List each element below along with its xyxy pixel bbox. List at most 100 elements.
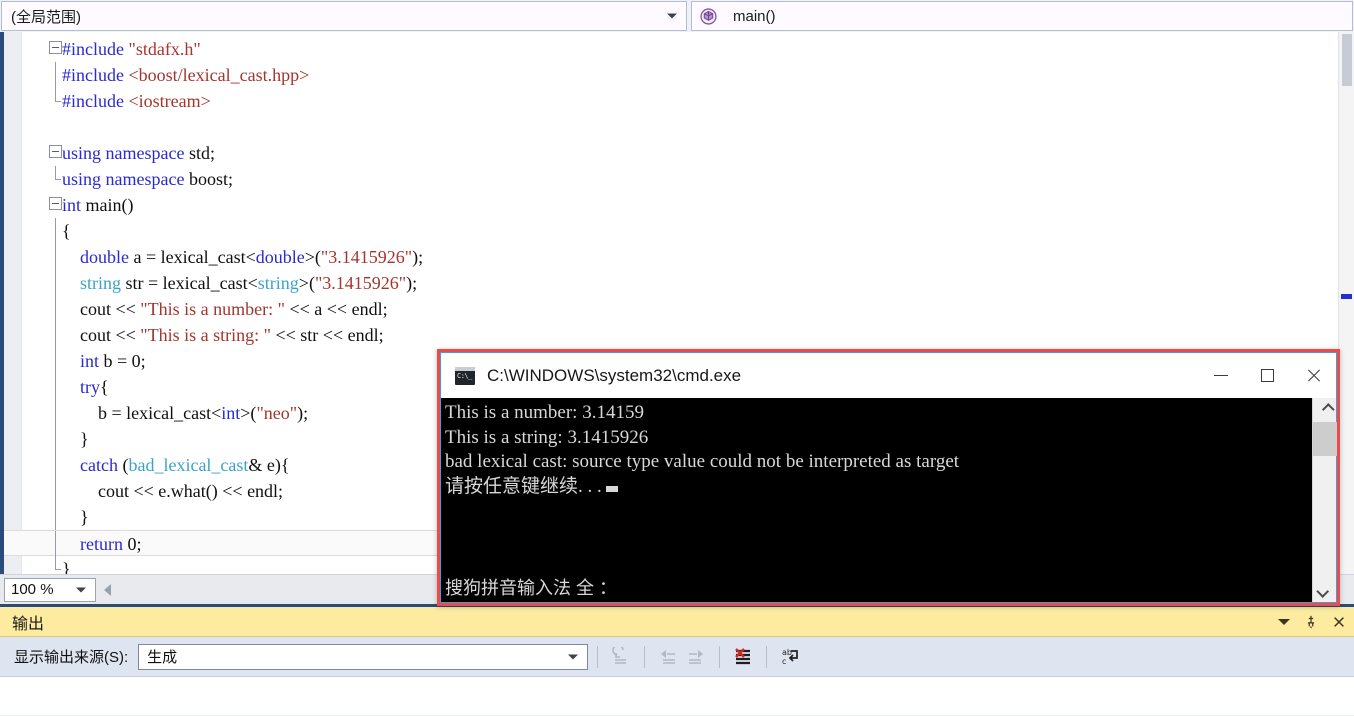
code-token: ); — [297, 403, 309, 423]
code-token: "This is a string: " — [140, 325, 271, 345]
code-token: "3.1415926" — [320, 247, 413, 267]
scroll-down-button[interactable] — [1313, 580, 1337, 602]
code-line[interactable]: string str = lexical_cast<string>("3.141… — [4, 270, 1354, 296]
console-line: This is a string: 3.1415926 — [445, 426, 649, 448]
code-token: << str << endl; — [271, 325, 384, 345]
code-line[interactable]: int main() — [4, 192, 1354, 218]
close-button[interactable] — [1290, 353, 1336, 398]
zoom-level-combobox[interactable]: 100 % — [4, 577, 96, 602]
outlining-guide-line — [55, 374, 56, 400]
go-to-previous-message-button[interactable] — [654, 644, 682, 670]
toolbar-separator — [597, 645, 599, 668]
code-line[interactable]: #include <iostream> — [4, 88, 1354, 114]
console-vertical-scrollbar[interactable] — [1312, 398, 1337, 602]
outlining-guide-line — [55, 426, 56, 452]
console-cursor — [605, 485, 618, 492]
console-line: bad lexical cast: source type value coul… — [445, 451, 960, 472]
member-combobox[interactable]: main() — [691, 1, 1353, 31]
toggle-word-wrap-icon: ab c — [782, 648, 799, 666]
svg-text:ab: ab — [782, 648, 792, 657]
code-token: >( — [304, 247, 321, 267]
code-line[interactable]: cout << "This is a string: " << str << e… — [4, 322, 1354, 348]
code-token: } — [62, 507, 89, 527]
code-token: int — [62, 195, 82, 215]
maximize-icon — [1260, 369, 1274, 382]
code-token: { — [62, 221, 71, 241]
output-toolbar: 显示输出来源(S): 生成 ab c — [0, 637, 1354, 677]
code-token: "This is a number: " — [140, 299, 285, 319]
member-combobox-value: main() — [733, 7, 776, 25]
code-token: } — [62, 559, 71, 574]
pin-icon[interactable] — [1304, 614, 1318, 630]
code-token: <iostream> — [128, 91, 211, 111]
console-scrollbar-thumb[interactable] — [1313, 422, 1337, 456]
outlining-collapse-icon[interactable] — [49, 197, 62, 210]
code-token: "neo" — [256, 403, 298, 423]
console-output-text[interactable]: This is a number: 3.14159 This is a strin… — [441, 398, 1312, 602]
code-token: double — [80, 247, 129, 267]
horizontal-scroll-left-arrow-icon[interactable] — [104, 583, 111, 596]
code-line[interactable]: double a = lexical_cast<double>("3.14159… — [4, 244, 1354, 270]
code-line[interactable]: cout << "This is a number: " << a << end… — [4, 296, 1354, 322]
console-client-area[interactable]: This is a number: 3.14159 This is a strin… — [441, 398, 1337, 602]
clear-all-button[interactable] — [729, 644, 757, 670]
code-line[interactable]: #include <boost/lexical_cast.hpp> — [4, 62, 1354, 88]
output-source-value: 生成 — [147, 649, 178, 666]
find-message-in-code-button[interactable] — [607, 644, 635, 670]
code-line[interactable]: using namespace std; — [4, 140, 1354, 166]
outlining-guide-line — [55, 556, 61, 570]
chevron-down-icon[interactable] — [1278, 619, 1290, 625]
chevron-down-icon[interactable] — [667, 13, 677, 19]
editor-vertical-scrollbar[interactable] — [1338, 32, 1354, 574]
outlining-guide-line — [55, 244, 56, 270]
code-token: >( — [298, 273, 315, 293]
output-pane-header: 输出 — [0, 607, 1354, 637]
code-line[interactable]: { — [4, 218, 1354, 244]
scope-combobox[interactable]: (全局范围) — [1, 1, 687, 31]
svg-text:c: c — [782, 657, 786, 666]
outlining-guide-line — [55, 400, 56, 426]
code-token: int — [80, 351, 100, 371]
code-token: string — [257, 273, 299, 293]
console-window[interactable]: C:\_ C:\WINDOWS\system32\cmd.exe This is… — [437, 349, 1340, 606]
code-token: string — [80, 273, 122, 293]
outlining-guide-line — [55, 322, 56, 348]
scroll-up-button[interactable] — [1313, 398, 1337, 420]
chevron-down-icon[interactable] — [568, 654, 579, 659]
editor-navigation-bar: (全局范围) main() — [0, 0, 1354, 32]
toolbar-separator — [719, 645, 721, 668]
code-token: boost; — [184, 169, 233, 189]
visual-studio-window: (全局范围) main() #include "stdafx.h" #includ… — [0, 0, 1354, 716]
outlining-collapse-icon[interactable] — [49, 145, 62, 158]
editor-scrollbar-thumb[interactable] — [1342, 34, 1352, 86]
maximize-button[interactable] — [1244, 353, 1290, 398]
outlining-guide-line — [55, 88, 61, 102]
chevron-down-icon[interactable] — [76, 587, 86, 592]
find-message-in-code-icon — [612, 646, 627, 664]
console-title-bar[interactable]: C:\_ C:\WINDOWS\system32\cmd.exe — [441, 353, 1336, 398]
close-icon[interactable] — [1332, 615, 1346, 629]
code-token: using — [62, 169, 102, 189]
output-text-area[interactable] — [0, 677, 1354, 715]
output-source-combobox[interactable]: 生成 — [138, 643, 589, 670]
go-to-next-message-button[interactable] — [682, 644, 710, 670]
toolbar-separator — [644, 645, 646, 668]
outlining-collapse-icon[interactable] — [49, 41, 62, 54]
code-line[interactable]: using namespace boost; — [4, 166, 1354, 192]
editor-scroll-marker — [1341, 294, 1352, 299]
code-line[interactable] — [4, 114, 1354, 140]
outlining-guide-line — [55, 531, 56, 557]
outlining-guide-line — [55, 504, 56, 530]
minimize-button[interactable] — [1198, 353, 1244, 398]
zoom-level-value: 100 % — [11, 581, 54, 598]
code-token: << a << endl; — [284, 299, 388, 319]
go-to-previous-message-icon — [661, 649, 676, 664]
minimize-icon — [1214, 375, 1228, 376]
outlining-guide-line — [55, 296, 56, 322]
code-line[interactable]: #include "stdafx.h" — [4, 36, 1354, 62]
outlining-guide-line — [55, 270, 56, 296]
toggle-word-wrap-button[interactable]: ab c — [776, 644, 804, 670]
code-token: ); — [412, 247, 424, 267]
